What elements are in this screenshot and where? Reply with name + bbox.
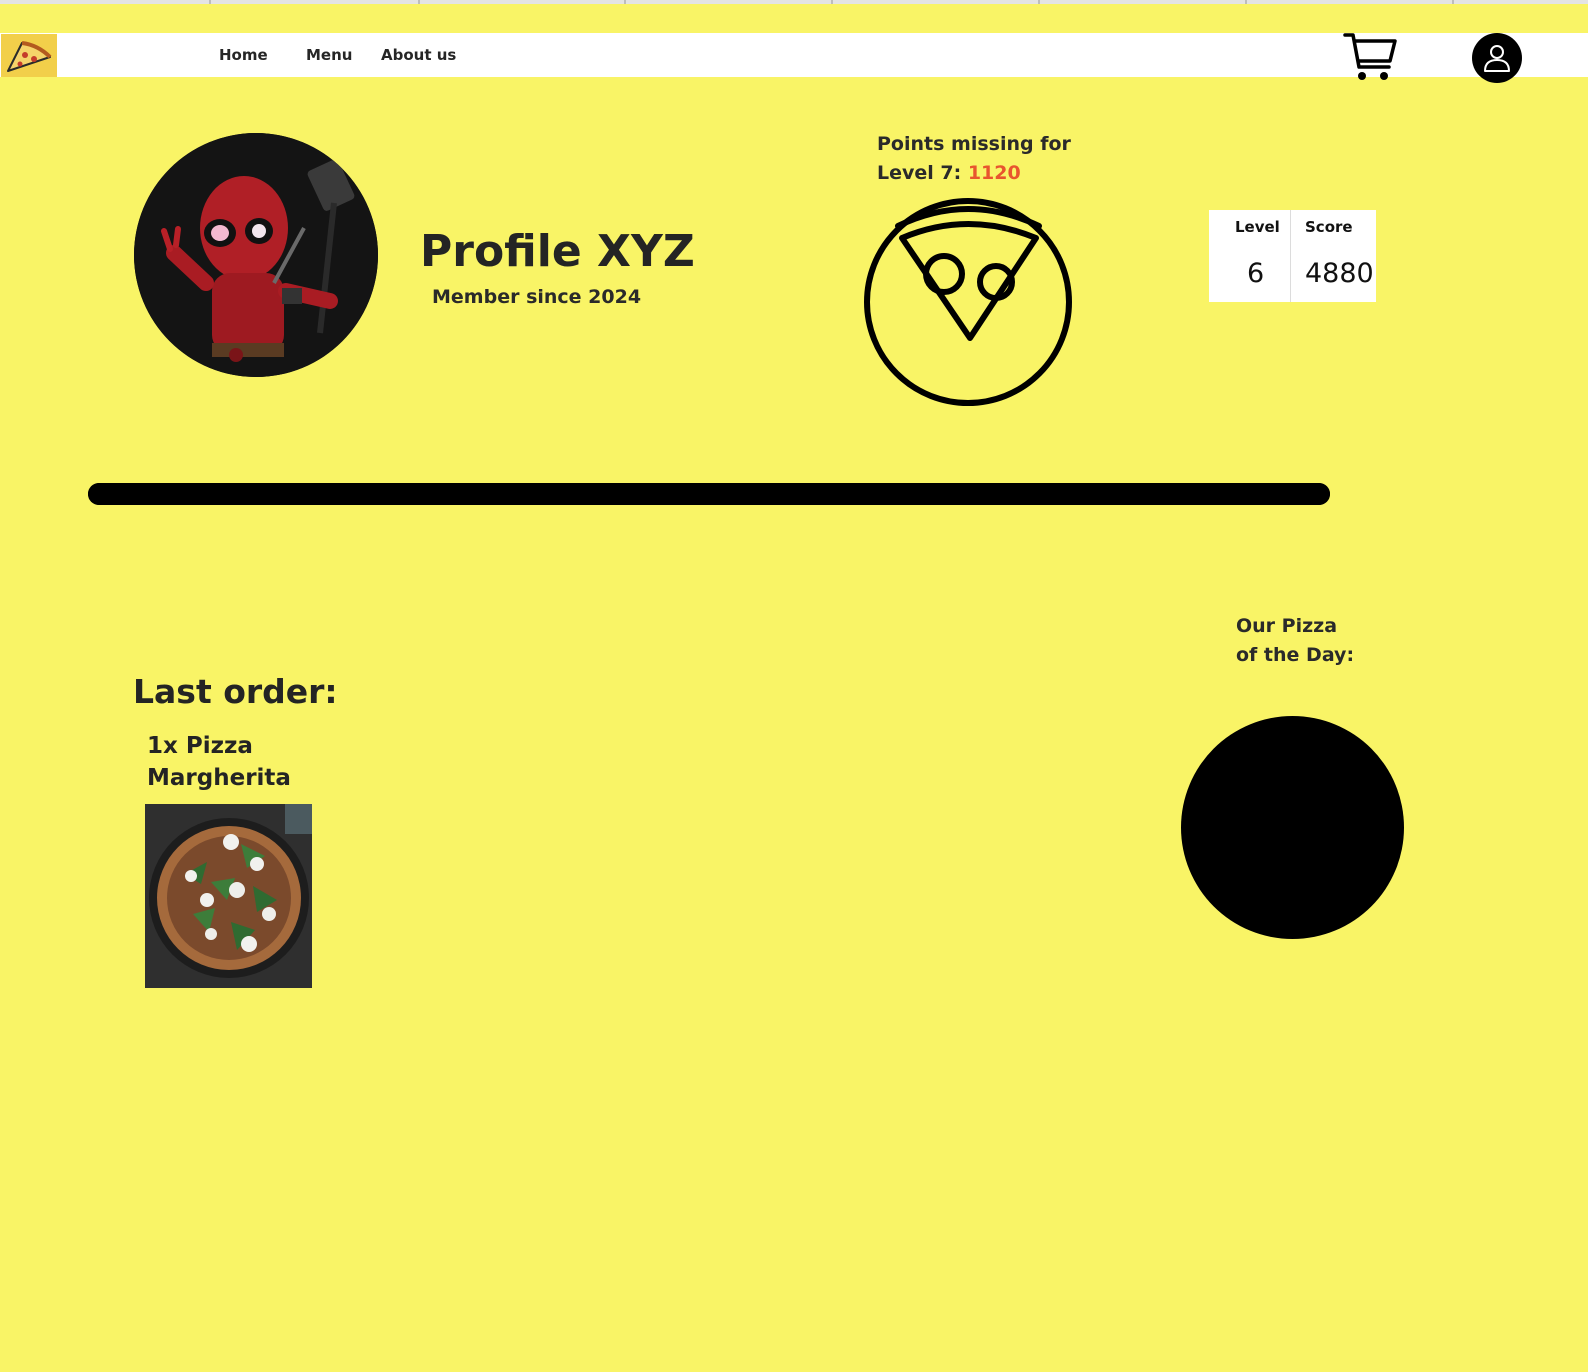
- last-order-item: 1x Pizza Margherita: [147, 730, 291, 794]
- stats-table: Level Score 6 4880: [1209, 210, 1376, 302]
- nav-home-link[interactable]: Home: [219, 46, 268, 64]
- level-badge: [862, 196, 1074, 408]
- strip-tick: [624, 0, 626, 4]
- points-label-line2: Level 7: 1120: [877, 159, 1071, 188]
- last-order-item-line1: 1x Pizza: [147, 733, 253, 759]
- last-order-item-line2: Margherita: [147, 765, 291, 791]
- account-button[interactable]: [1472, 33, 1522, 83]
- pizza-of-the-day-title: Our Pizza of the Day:: [1236, 612, 1354, 670]
- nav-menu-link[interactable]: Menu: [306, 46, 352, 64]
- level-progress-fill: [88, 483, 1330, 505]
- strip-tick: [1038, 0, 1040, 4]
- strip-tick: [418, 0, 420, 4]
- pizza-slice-icon: [7, 40, 52, 72]
- pizza-of-the-day-image[interactable]: [1181, 716, 1404, 939]
- strip-tick: [1245, 0, 1247, 4]
- shopping-cart-icon: [1343, 33, 1397, 80]
- level-value: 6: [1247, 258, 1265, 289]
- stats-divider: [1290, 210, 1291, 302]
- strip-tick: [831, 0, 833, 4]
- points-missing: Points missing for Level 7: 1120: [877, 130, 1071, 188]
- score-value: 4880: [1305, 258, 1374, 289]
- pizza-of-the-day-line2: of the Day:: [1236, 644, 1355, 666]
- points-label-level: Level 7:: [877, 162, 968, 184]
- member-since-text: Member since 2024: [432, 286, 642, 308]
- avatar-photo: [134, 133, 378, 377]
- user-icon: [1484, 45, 1510, 72]
- avatar: [134, 133, 378, 377]
- cart-button[interactable]: [1343, 31, 1397, 83]
- points-label-line1: Points missing for: [877, 133, 1071, 155]
- score-header: Score: [1305, 218, 1353, 236]
- profile-title: Profile XYZ: [420, 226, 695, 277]
- logo[interactable]: [1, 34, 57, 77]
- pizza-level-badge-icon: [864, 198, 1072, 406]
- last-order-title: Last order:: [133, 672, 338, 711]
- pizza-photo: [145, 804, 312, 988]
- level-header: Level: [1235, 218, 1280, 236]
- level-progress-bar: [88, 483, 1330, 505]
- nav-about-link[interactable]: About us: [381, 46, 456, 64]
- points-missing-value: 1120: [967, 162, 1021, 184]
- strip-tick: [1452, 0, 1454, 4]
- strip-tick: [209, 0, 211, 4]
- pizza-of-the-day-line1: Our Pizza: [1236, 615, 1338, 637]
- last-order-image[interactable]: [145, 804, 312, 988]
- top-strip: [0, 0, 1588, 4]
